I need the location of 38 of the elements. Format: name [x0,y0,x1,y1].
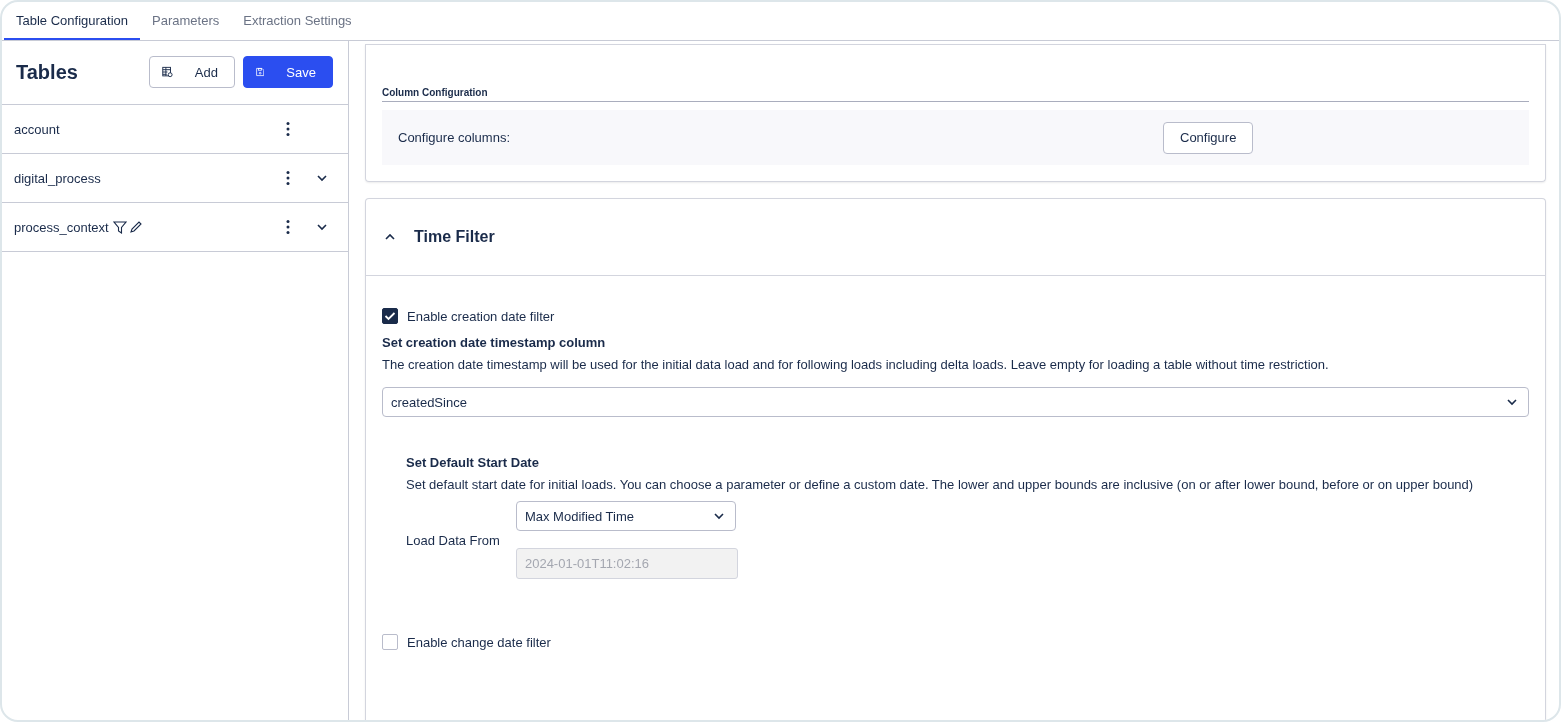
load-from-dropdown[interactable]: Max Modified Time [515,501,736,531]
table-add-icon [162,65,173,79]
add-button[interactable]: Add [149,56,235,88]
sidebar-title: Tables [16,60,78,84]
checkbox-label: Enable change date filter [407,634,551,650]
save-icon [256,65,265,79]
section-title: Time Filter [414,228,495,246]
more-options-icon[interactable] [286,121,290,137]
table-list-item[interactable]: process_context [2,203,348,252]
pencil-icon [128,220,143,234]
field-description: The creation date timestamp will be used for the initial data load and for following loads including delta loads. Leave empty for loading a table without time restriction. [382,357,1330,373]
timestamp-dropdown[interactable]: createdSince [382,387,1529,417]
section-heading: Column Configuration [382,87,1529,102]
tab[interactable]: Parameters [140,2,232,40]
more-options-icon[interactable] [286,170,290,186]
chevron-down-icon[interactable] [316,174,328,182]
save-button[interactable]: Save [243,56,333,88]
field-heading: Set Default Start Date [406,455,540,470]
table-name: account [14,121,60,137]
checkbox-label: Enable creation date filter [407,308,555,324]
table-name: digital_process [14,170,101,186]
chevron-down-icon [712,512,725,520]
tab[interactable]: Table Configuration [4,2,141,40]
chevron-down-icon[interactable] [316,223,328,231]
tab[interactable]: Extraction Settings [231,2,364,40]
field-description: Set default start date for initial loads. You can choose a parameter or define a custom date. The lower and upper bounds are inclusive (on or after lower bound, before or on upper bound) [406,477,1475,493]
configure-button[interactable]: Configure [1163,121,1254,154]
field-heading: Set creation date timestamp column [382,335,607,350]
chevron-down-icon [1506,398,1518,406]
table-name: process_context [14,219,109,235]
configure-columns-label: Configure columns: [398,130,511,145]
field-label: Load Data From [406,532,500,548]
checkbox[interactable] [382,308,398,324]
more-options-icon[interactable] [286,219,290,235]
checkbox[interactable] [382,634,398,650]
table-list-item[interactable]: account [2,105,348,154]
table-list-item[interactable]: digital_process [2,154,348,203]
chevron-up-icon[interactable] [384,233,396,241]
